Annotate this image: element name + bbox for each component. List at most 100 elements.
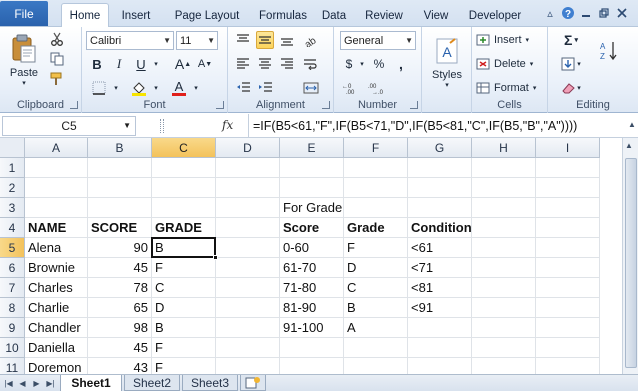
clear-button[interactable]: ▾ (558, 79, 584, 97)
name-box[interactable]: C5 ▼ (2, 116, 136, 136)
cell-f9[interactable]: A (344, 318, 408, 338)
cell-b10[interactable]: 45 (88, 338, 152, 358)
tab-home[interactable]: Home (61, 3, 109, 27)
cell-h11[interactable] (472, 358, 536, 374)
cell-g3[interactable] (408, 198, 472, 218)
cell-f1[interactable] (344, 158, 408, 178)
cell-e6[interactable]: 61-70 (280, 258, 344, 278)
cell-e7[interactable]: 71-80 (280, 278, 344, 298)
cell-g1[interactable] (408, 158, 472, 178)
increase-indent-button[interactable] (256, 79, 274, 97)
cell-b9[interactable]: 98 (88, 318, 152, 338)
cell-g4[interactable]: Condition (408, 218, 472, 238)
fill-button[interactable]: ▾ (558, 55, 584, 73)
column-header-d[interactable]: D (216, 138, 280, 158)
cell-f6[interactable]: D (344, 258, 408, 278)
cell-f10[interactable] (344, 338, 408, 358)
cell-f11[interactable] (344, 358, 408, 374)
cell-g7[interactable]: <81 (408, 278, 472, 298)
cell-d7[interactable] (216, 278, 280, 298)
cell-e2[interactable] (280, 178, 344, 198)
font-color-button[interactable]: A (168, 79, 190, 97)
copy-button[interactable] (48, 51, 66, 67)
insert-function-icon[interactable]: fx (222, 118, 233, 132)
row-header-6[interactable]: 6 (0, 258, 25, 278)
row-header-5[interactable]: 5 (0, 238, 25, 258)
tab-review[interactable]: Review (360, 4, 408, 27)
formula-input[interactable]: =IF(B5<61,"F",IF(B5<71,"D",IF(B5<81,"C",… (248, 114, 628, 138)
cell-b4[interactable]: SCORE (88, 218, 152, 238)
paste-dropdown-icon[interactable]: ▾ (22, 79, 26, 87)
bold-button[interactable]: B (88, 55, 106, 73)
cell-i1[interactable] (536, 158, 600, 178)
scroll-up-icon[interactable]: ▲ (625, 141, 633, 150)
column-header-i[interactable]: I (536, 138, 600, 158)
cell-g6[interactable]: <71 (408, 258, 472, 278)
cell-d1[interactable] (216, 158, 280, 178)
fill-color-button[interactable] (128, 79, 150, 97)
paste-button[interactable]: Paste ▾ (6, 31, 42, 89)
cell-b2[interactable] (88, 178, 152, 198)
cell-i7[interactable] (536, 278, 600, 298)
cell-i3[interactable] (536, 198, 600, 218)
clipboard-launcher-icon[interactable] (70, 101, 78, 109)
row-header-10[interactable]: 10 (0, 338, 25, 358)
window-close-icon[interactable] (614, 5, 630, 21)
cell-d11[interactable] (216, 358, 280, 374)
tab-file[interactable]: File (0, 1, 48, 26)
cell-e3[interactable]: For Grade (280, 198, 344, 218)
minimize-ribbon-icon[interactable]: ▵ (542, 5, 558, 21)
row-header-3[interactable]: 3 (0, 198, 25, 218)
cell-a1[interactable] (25, 158, 88, 178)
cell-b5[interactable]: 90 (88, 238, 152, 258)
cell-i9[interactable] (536, 318, 600, 338)
row-header-4[interactable]: 4 (0, 218, 25, 238)
number-launcher-icon[interactable] (410, 101, 418, 109)
cell-h3[interactable] (472, 198, 536, 218)
cell-h2[interactable] (472, 178, 536, 198)
grow-font-button[interactable]: A ▲ (174, 55, 192, 73)
first-sheet-icon[interactable]: |◀ (2, 377, 15, 390)
cell-g9[interactable] (408, 318, 472, 338)
cell-d10[interactable] (216, 338, 280, 358)
cell-i5[interactable] (536, 238, 600, 258)
cell-e8[interactable]: 81-90 (280, 298, 344, 318)
column-header-h[interactable]: H (472, 138, 536, 158)
cell-h6[interactable] (472, 258, 536, 278)
sheet-tab-sheet2[interactable]: Sheet2 (124, 375, 180, 391)
cell-d2[interactable] (216, 178, 280, 198)
cell-i4[interactable] (536, 218, 600, 238)
insert-cells-button[interactable]: Insert ▾ (476, 31, 544, 49)
cell-c7[interactable]: C (152, 278, 216, 298)
cell-a11[interactable]: Doremon (25, 358, 88, 374)
column-header-b[interactable]: B (88, 138, 152, 158)
vertical-scrollbar[interactable]: ▲ (622, 138, 638, 374)
cell-g2[interactable] (408, 178, 472, 198)
row-header-8[interactable]: 8 (0, 298, 25, 318)
formula-bar-splitter[interactable] (160, 119, 164, 133)
cell-a6[interactable]: Brownie (25, 258, 88, 278)
row-header-2[interactable]: 2 (0, 178, 25, 198)
font-size-combo[interactable]: 11 ▼ (176, 31, 218, 50)
percent-button[interactable]: % (370, 55, 388, 73)
currency-button[interactable]: $ (340, 55, 358, 73)
next-sheet-icon[interactable]: ▶ (30, 377, 43, 390)
cell-d5[interactable] (216, 238, 280, 258)
cell-e4[interactable]: Score (280, 218, 344, 238)
format-painter-button[interactable] (48, 71, 66, 87)
cell-a8[interactable]: Charlie (25, 298, 88, 318)
cell-c8[interactable]: D (152, 298, 216, 318)
align-bottom-button[interactable] (278, 31, 296, 49)
cell-i10[interactable] (536, 338, 600, 358)
cell-f8[interactable]: B (344, 298, 408, 318)
cell-d8[interactable] (216, 298, 280, 318)
cell-g5[interactable]: <61 (408, 238, 472, 258)
cell-g11[interactable] (408, 358, 472, 374)
cell-f5[interactable]: F (344, 238, 408, 258)
worksheet-grid[interactable]: A B C D E F G H I 1 2 3 For Grade 4 NAME SCORE GRADE Scor… (0, 138, 638, 374)
tab-developer[interactable]: Developer (462, 4, 528, 27)
fill-handle[interactable] (213, 255, 218, 260)
italic-button[interactable]: I (110, 55, 128, 73)
row-header-1[interactable]: 1 (0, 158, 25, 178)
row-header-9[interactable]: 9 (0, 318, 25, 338)
